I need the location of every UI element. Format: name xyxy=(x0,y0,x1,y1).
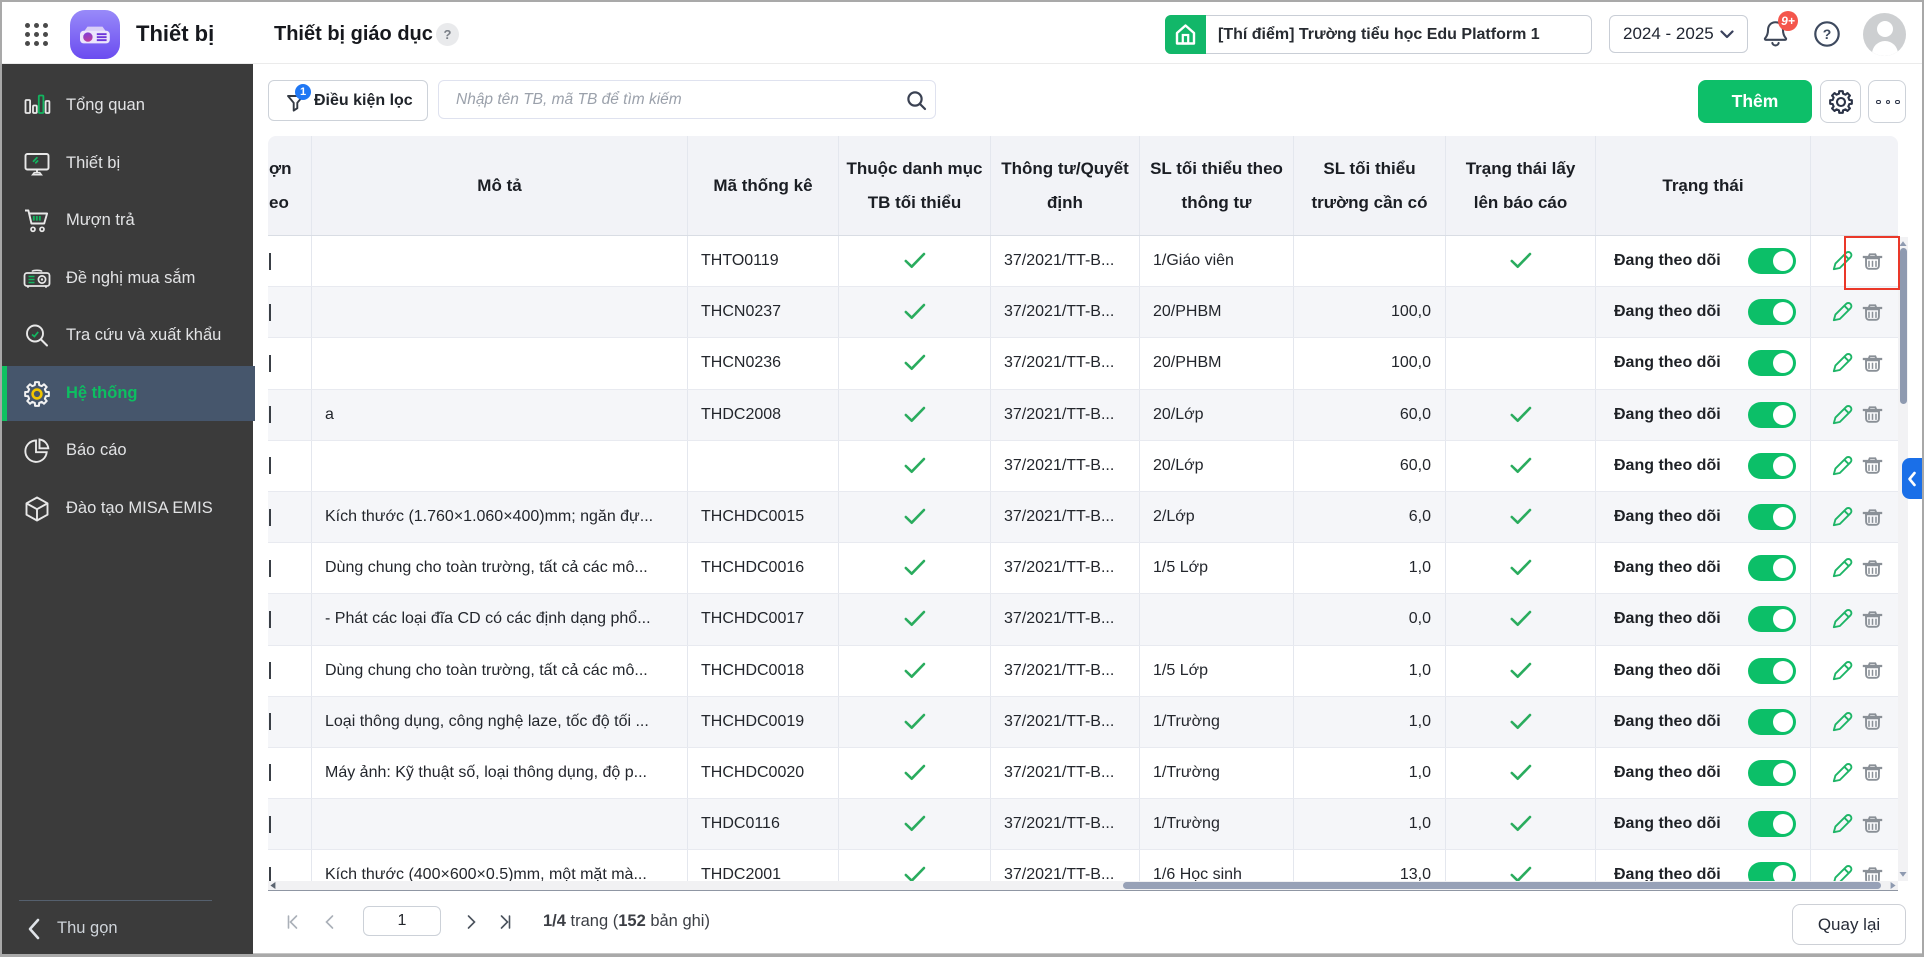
svg-text:?: ? xyxy=(1823,26,1832,42)
